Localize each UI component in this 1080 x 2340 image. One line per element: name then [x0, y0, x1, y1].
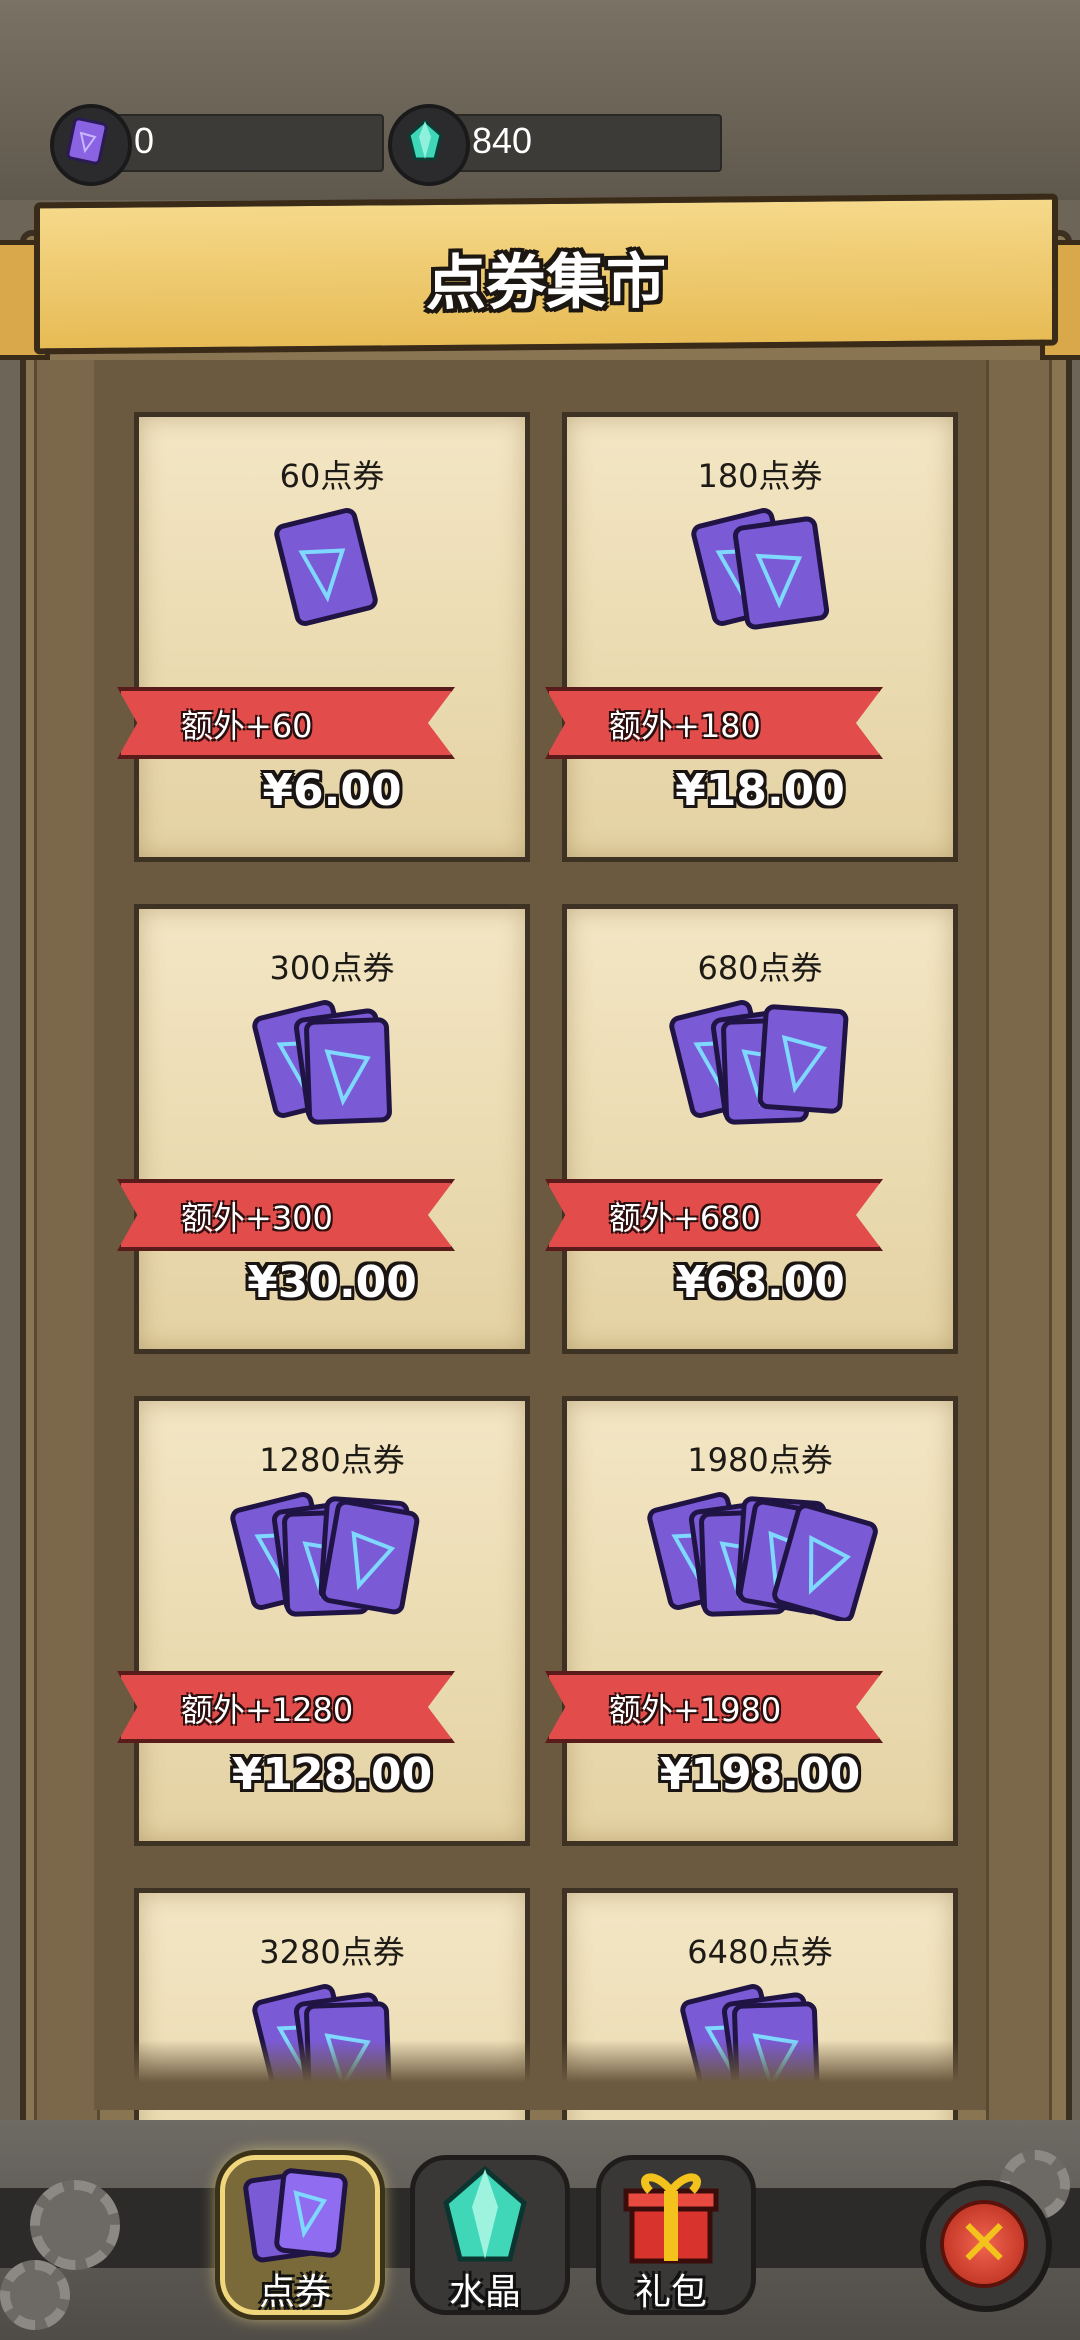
product-title: 180点券	[697, 457, 823, 495]
bonus-ribbon: 额外+680	[545, 1179, 883, 1251]
bonus-ribbon: 额外+300	[117, 1179, 455, 1251]
voucher-stack-icon	[567, 1491, 953, 1623]
right-pillar	[986, 360, 1052, 2120]
product-title: 6480点券	[687, 1933, 833, 1971]
product-card[interactable]: 1280点券额外+1280 ¥128.00	[117, 1396, 530, 1846]
header-banner: 点券集市	[34, 193, 1058, 355]
product-card[interactable]: 680点券额外+680 ¥68.00	[545, 904, 958, 1354]
bonus-label: 额外+1980	[609, 1691, 782, 1729]
product-title: 1980点券	[687, 1441, 833, 1479]
product-card[interactable]: 60点券额外+60 ¥6.00	[117, 412, 530, 862]
price-label: ¥68.00	[675, 1257, 845, 1308]
bonus-ribbon: 额外+180	[545, 687, 883, 759]
left-pillar	[34, 360, 100, 2120]
crystal-tab-icon	[443, 2165, 527, 2262]
voucher-stack-icon	[567, 999, 953, 1129]
voucher-stack-icon	[139, 999, 525, 1129]
voucher-stack-icon	[567, 507, 953, 637]
product-card[interactable]: 300点券额外+300 ¥30.00	[117, 904, 530, 1354]
tab-vouchers[interactable]: 点券	[220, 2155, 380, 2315]
tab-gift-packs-label: 礼包	[634, 2272, 707, 2313]
bonus-ribbon: 额外+1280	[117, 1671, 455, 1743]
teal-crystal-icon	[388, 104, 470, 186]
voucher-balance-value: 0	[134, 120, 155, 161]
product-title: 60点券	[279, 457, 385, 495]
tab-crystals-label: 水晶	[448, 2272, 521, 2313]
close-button[interactable]: ✕	[920, 2180, 1052, 2312]
bonus-label: 额外+180	[609, 707, 761, 745]
gear-decoration-icon	[0, 2260, 70, 2330]
price-label: ¥6.00	[262, 765, 402, 816]
tab-vouchers-label: 点券	[258, 2272, 331, 2313]
tab-gift-packs[interactable]: 礼包	[596, 2155, 756, 2315]
bonus-label: 额外+300	[181, 1199, 333, 1237]
bonus-label: 额外+60	[181, 707, 313, 745]
product-card[interactable]: 180点券额外+180 ¥18.00	[545, 412, 958, 862]
product-title: 1280点券	[259, 1441, 405, 1479]
voucher-stack-icon	[139, 507, 525, 637]
product-title: 300点券	[269, 949, 395, 987]
bonus-ribbon: 额外+60	[117, 687, 455, 759]
price-label: ¥198.00	[659, 1749, 861, 1800]
shop-title: 点券集市	[426, 246, 666, 320]
bonus-label: 额外+1280	[181, 1691, 354, 1729]
voucher-stack-icon	[139, 1491, 525, 1621]
bonus-ribbon: 额外+1980	[545, 1671, 883, 1743]
product-card[interactable]: 1980点券额外+1980 ¥198.00	[545, 1396, 958, 1846]
voucher-tab-icon	[243, 2168, 348, 2263]
price-label: ¥18.00	[675, 765, 845, 816]
price-label: ¥30.00	[247, 1257, 417, 1308]
scroll-fade	[94, 2040, 986, 2110]
product-title: 680点券	[697, 949, 823, 987]
price-label: ¥128.00	[231, 1749, 433, 1800]
tab-crystals[interactable]: 水晶	[410, 2155, 570, 2315]
crystal-balance-value: 840	[472, 120, 533, 161]
gift-tab-icon	[623, 2173, 719, 2264]
purple-voucher-icon	[50, 104, 132, 186]
bonus-label: 额外+680	[609, 1199, 761, 1237]
close-icon: ✕	[957, 2207, 1011, 2281]
gear-decoration-icon	[30, 2180, 120, 2270]
product-title: 3280点券	[259, 1933, 405, 1971]
